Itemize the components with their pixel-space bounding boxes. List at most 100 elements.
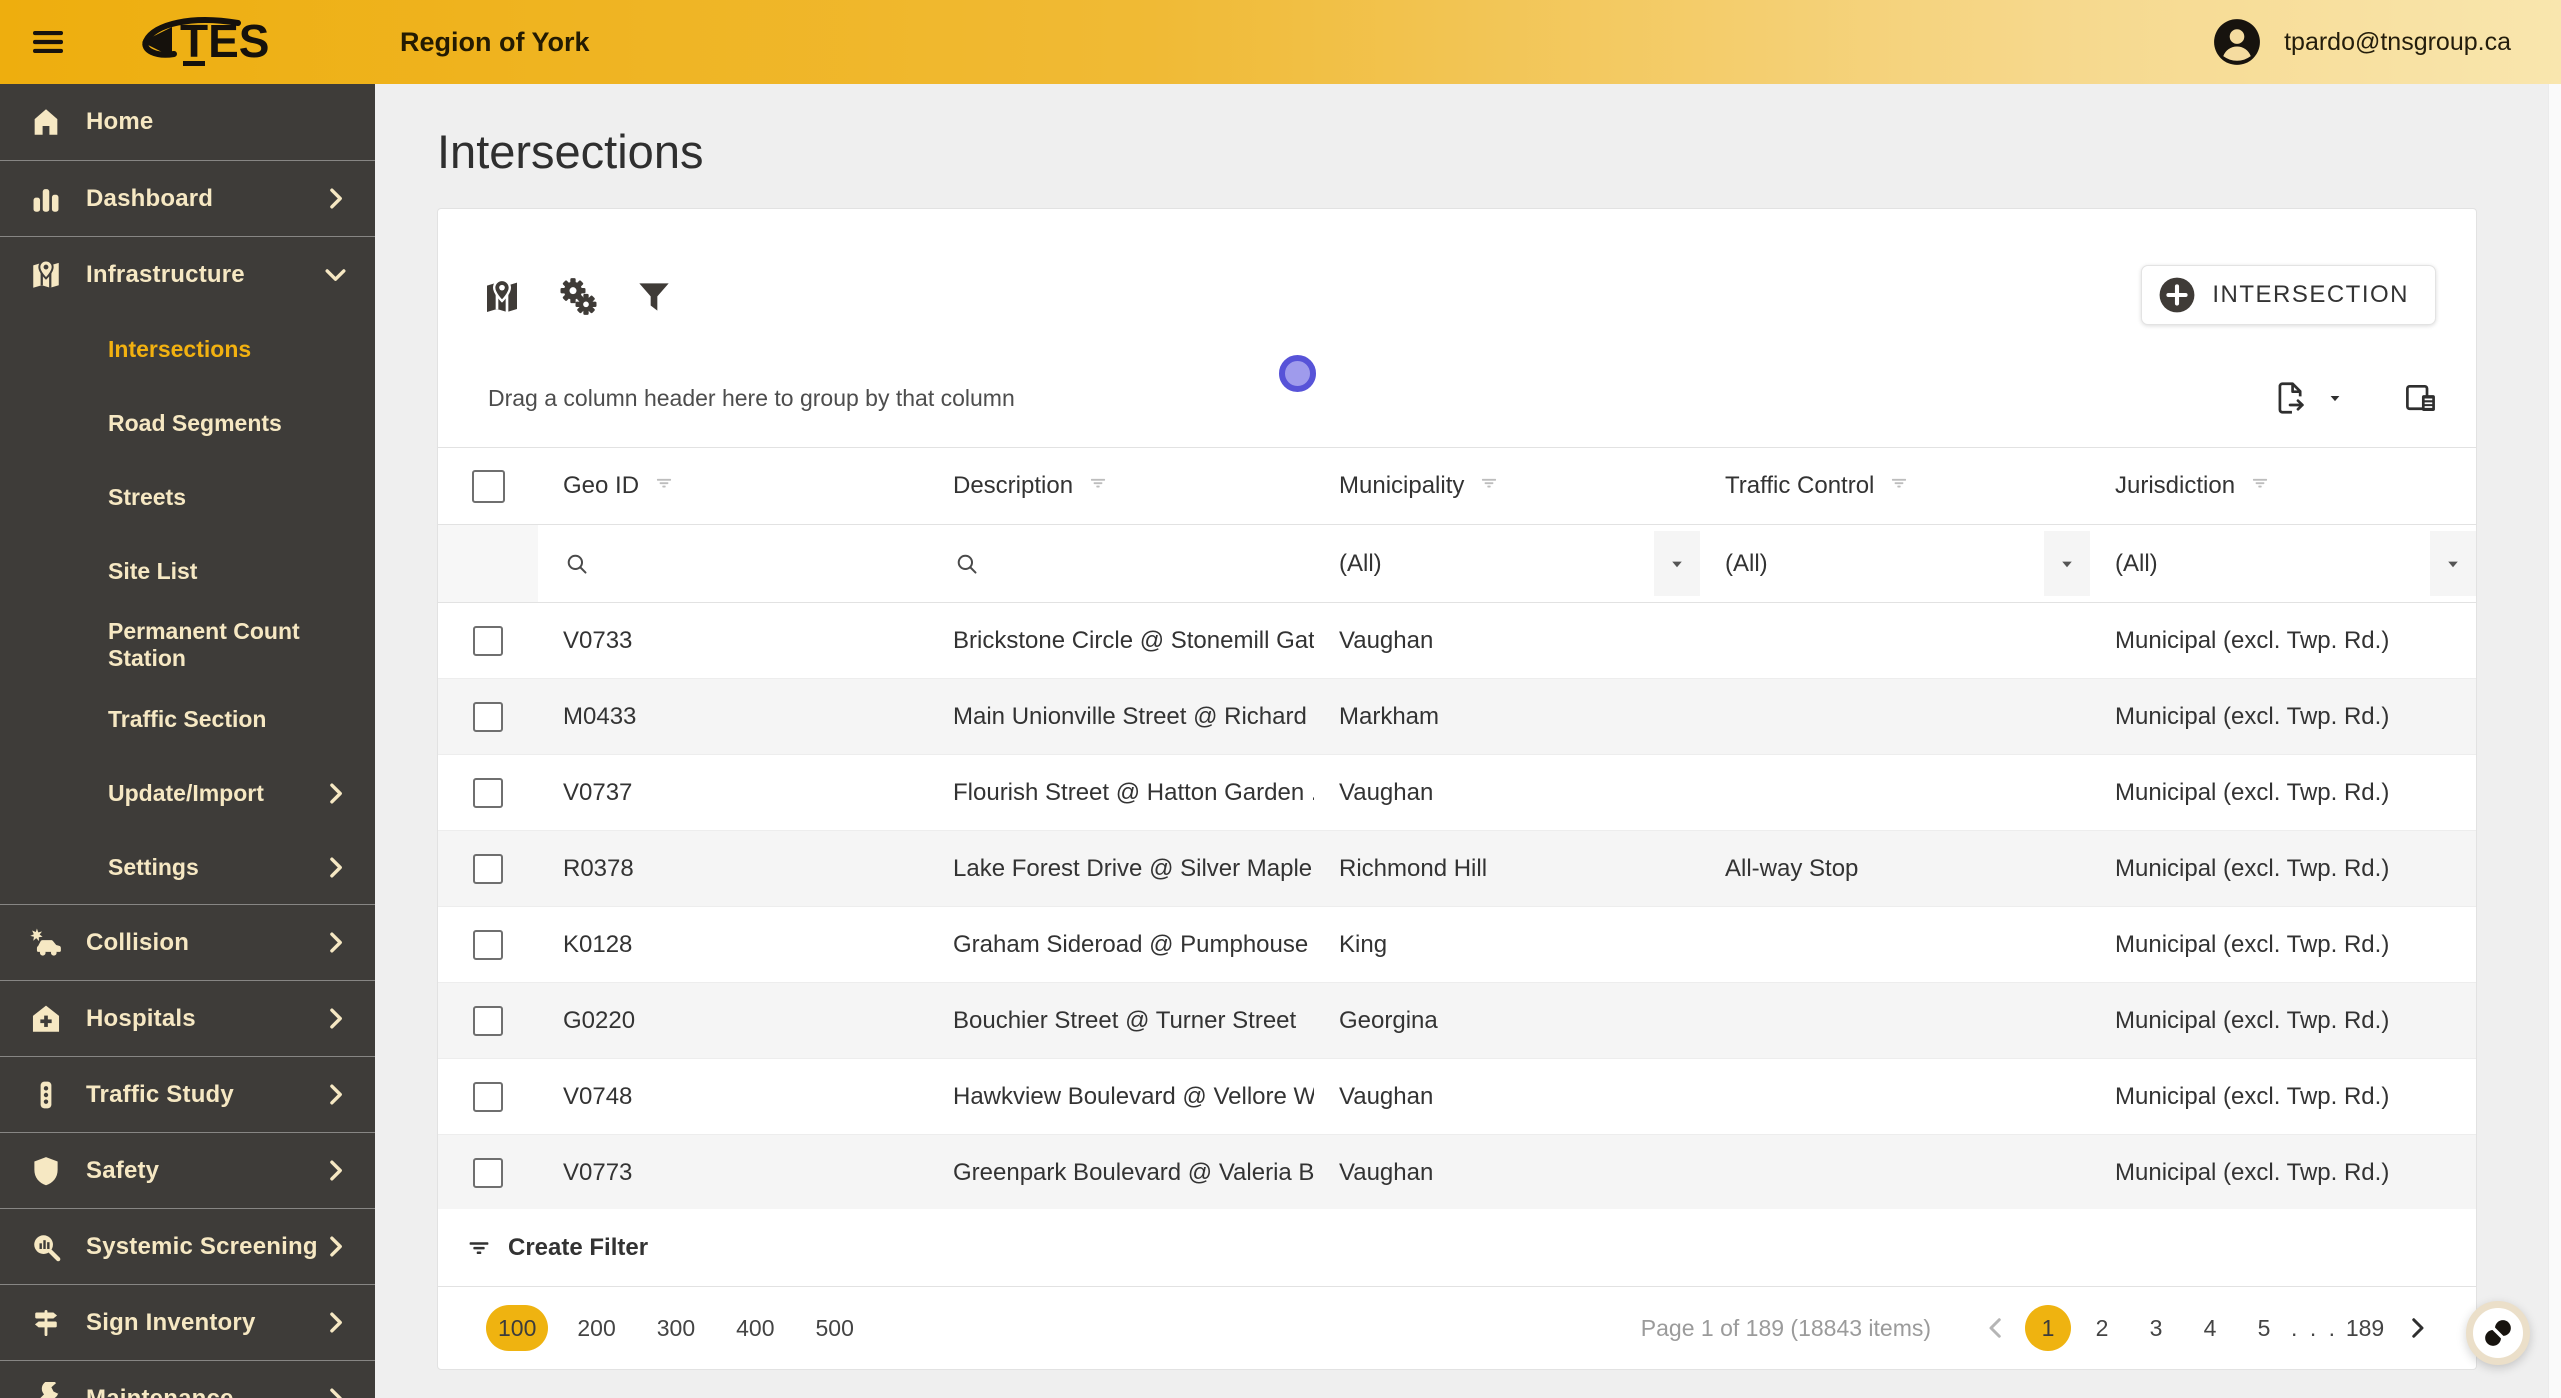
row-checkbox[interactable] (473, 1157, 503, 1188)
sidebar-item-maintenance[interactable]: Maintenance (0, 1360, 375, 1398)
sidebar-item-traffic-study[interactable]: Traffic Study (0, 1056, 375, 1132)
filter-description-input[interactable] (995, 525, 1314, 602)
page-number-1[interactable]: 1 (2025, 1305, 2072, 1351)
page-number-3[interactable]: 3 (2133, 1305, 2179, 1351)
filter-cell-jurisdiction[interactable]: (All) (2090, 525, 2476, 602)
filter-cell-municipality[interactable]: (All) (1314, 525, 1700, 602)
grid-settings-button[interactable] (558, 277, 598, 317)
row-checkbox[interactable] (473, 777, 503, 808)
row-checkbox-cell (438, 625, 538, 656)
sidebar-item-traffic-section[interactable]: Traffic Section (0, 682, 375, 756)
scrollbar-track[interactable] (2548, 84, 2561, 1398)
row-checkbox[interactable] (473, 701, 503, 732)
cell-jurisdiction: Municipal (excl. Twp. Rd.) (2115, 1158, 2390, 1186)
page-size-500[interactable]: 500 (804, 1305, 866, 1351)
sidebar-item-infrastructure[interactable]: Infrastructure (0, 236, 375, 312)
row-checkbox[interactable] (473, 853, 503, 884)
filter-geo-id-input[interactable] (605, 525, 928, 602)
chevron-right-icon (330, 1312, 342, 1333)
page-size-300[interactable]: 300 (645, 1305, 707, 1351)
sidebar-item-safety[interactable]: Safety (0, 1132, 375, 1208)
map-view-button[interactable] (482, 277, 522, 317)
select-all-cell (438, 469, 538, 503)
export-options-caret[interactable] (2324, 387, 2346, 409)
table-row[interactable]: R0378 Lake Forest Drive @ Silver Maple ..… (438, 831, 2476, 907)
tes-logo[interactable]: TES (134, 14, 324, 70)
sidebar-item-permanent-count-station[interactable]: Permanent Count Station (0, 608, 375, 682)
sidebar-item-dashboard[interactable]: Dashboard (0, 160, 375, 236)
widget-logo-icon (2485, 1320, 2511, 1346)
pager: 100 200 300 400 500 Page 1 of 189 (18843 ite… (438, 1287, 2476, 1369)
row-checkbox[interactable] (473, 1005, 503, 1036)
sidebar-item-settings[interactable]: Settings (0, 830, 375, 904)
caret-down-icon (2062, 561, 2072, 567)
sidebar-item-label: Sign Inventory (86, 1308, 256, 1336)
table-row[interactable]: G0220 Bouchier Street @ Turner Street Geor… (438, 983, 2476, 1059)
column-header-description[interactable]: Description (928, 470, 1314, 503)
column-filter-icon[interactable] (1886, 470, 1912, 503)
sidebar-item-collision[interactable]: Collision (0, 904, 375, 980)
sidebar-item-home[interactable]: Home (0, 84, 375, 160)
filter-traffic-control-caret[interactable] (2044, 531, 2090, 596)
search-icon (567, 554, 587, 574)
column-filter-icon[interactable] (2247, 470, 2273, 503)
sidebar-item-road-segments[interactable]: Road Segments (0, 386, 375, 460)
table-row[interactable]: V0737 Flourish Street @ Hatton Garden ...… (438, 755, 2476, 831)
column-chooser-button[interactable] (2402, 379, 2440, 417)
next-page-button[interactable] (2402, 1313, 2432, 1343)
column-filter-icon[interactable] (1476, 470, 1502, 503)
row-checkbox[interactable] (473, 1081, 503, 1112)
sidebar-item-site-list[interactable]: Site List (0, 534, 375, 608)
filter-cell-traffic-control[interactable]: (All) (1700, 525, 2090, 602)
chevron-right-icon (330, 1084, 342, 1105)
cell-geo-id: V0733 (563, 626, 633, 654)
user-email[interactable]: tpardo@tnsgroup.ca (2284, 28, 2511, 57)
page-number-5[interactable]: 5 (2241, 1305, 2287, 1351)
row-checkbox[interactable] (473, 929, 503, 960)
add-intersection-button[interactable]: INTERSECTION (2141, 265, 2436, 325)
table-row[interactable]: V0748 Hawkview Boulevard @ Vellore W... Va… (438, 1059, 2476, 1135)
create-filter-button[interactable]: Create Filter (438, 1209, 2476, 1287)
table-row[interactable]: V0773 Greenpark Boulevard @ Valeria B... V… (438, 1135, 2476, 1211)
user-avatar-icon[interactable] (2212, 17, 2262, 67)
sidebar-item-hospitals[interactable]: Hospitals (0, 980, 375, 1056)
sign-inventory-icon (34, 1309, 58, 1336)
column-header-label: Municipality (1339, 472, 1465, 499)
select-all-checkbox[interactable] (471, 469, 505, 503)
menu-toggle-button[interactable] (22, 16, 74, 68)
row-checkbox[interactable] (473, 625, 503, 656)
feedback-widget-button[interactable] (2466, 1301, 2530, 1365)
chevron-right-icon (330, 932, 342, 953)
sidebar-item-systemic-screening[interactable]: Systemic Screening (0, 1208, 375, 1284)
filter-funnel-button[interactable] (634, 277, 674, 317)
caret-down-icon (2330, 395, 2340, 402)
sidebar-item-update-import[interactable]: Update/Import (0, 756, 375, 830)
column-header-traffic-control[interactable]: Traffic Control (1700, 470, 2090, 503)
table-row[interactable]: K0128 Graham Sideroad @ Pumphouse ... King… (438, 907, 2476, 983)
sidebar-item-streets[interactable]: Streets (0, 460, 375, 534)
column-header-municipality[interactable]: Municipality (1314, 470, 1700, 503)
table-row[interactable]: V0733 Brickstone Circle @ Stonemill Gate V… (438, 603, 2476, 679)
prev-page-button[interactable] (1981, 1313, 2011, 1343)
page-size-100[interactable]: 100 (486, 1305, 549, 1351)
column-header-jurisdiction[interactable]: Jurisdiction (2090, 470, 2476, 503)
filter-jurisdiction-caret[interactable] (2430, 531, 2476, 596)
column-header-geo-id[interactable]: Geo ID (538, 470, 928, 503)
page-number-2[interactable]: 2 (2079, 1305, 2125, 1351)
page-number-189[interactable]: 189 (2342, 1305, 2388, 1351)
filter-traffic-control-value: (All) (1725, 549, 1768, 577)
page-size-400[interactable]: 400 (724, 1305, 786, 1351)
column-filter-icon[interactable] (651, 470, 677, 503)
cell-municipality: Vaughan (1339, 1158, 1434, 1186)
sidebar-item-intersections[interactable]: Intersections (0, 312, 375, 386)
filter-jurisdiction-value: (All) (2115, 549, 2158, 577)
sidebar-item-label: Traffic Study (86, 1080, 234, 1108)
export-button[interactable] (2272, 379, 2310, 417)
cell-description: Flourish Street @ Hatton Garden ... (953, 778, 1314, 806)
page-size-200[interactable]: 200 (565, 1305, 627, 1351)
sidebar-item-sign-inventory[interactable]: Sign Inventory (0, 1284, 375, 1360)
column-filter-icon[interactable] (1085, 470, 1111, 503)
page-number-4[interactable]: 4 (2187, 1305, 2233, 1351)
table-row[interactable]: M0433 Main Unionville Street @ Richard ..… (438, 679, 2476, 755)
filter-municipality-caret[interactable] (1654, 531, 1700, 596)
